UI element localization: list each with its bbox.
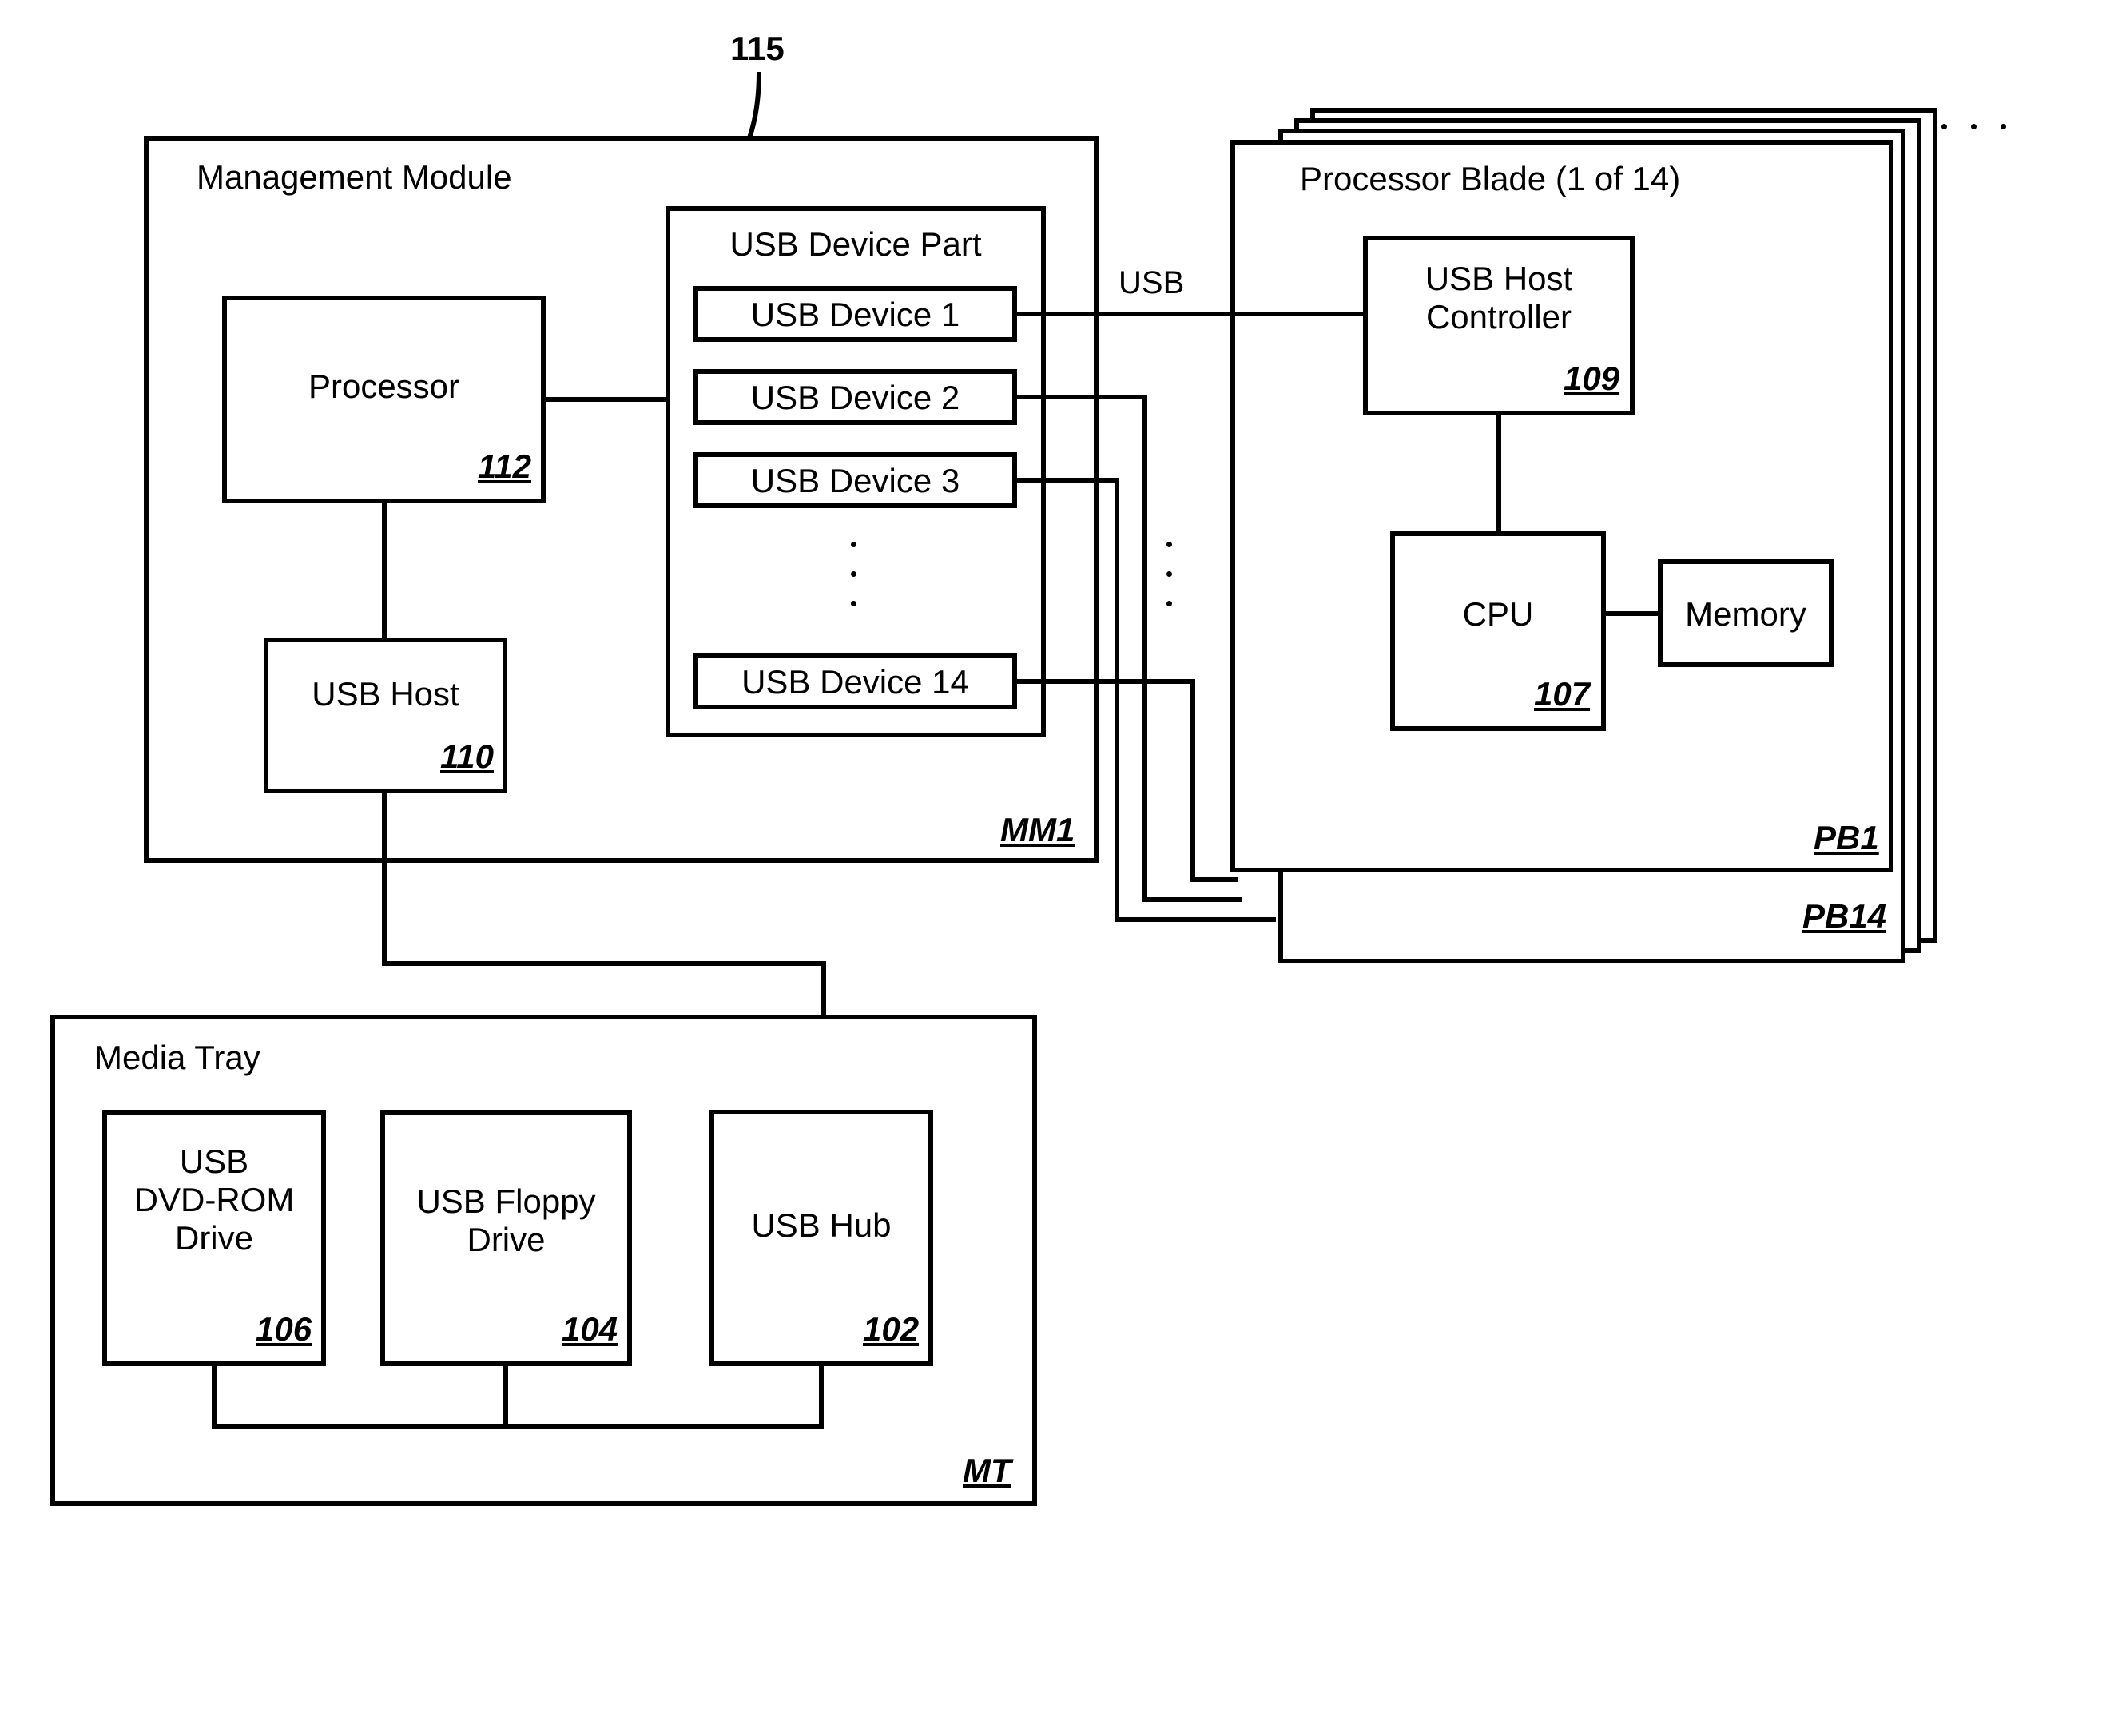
ref-115: 115 [730, 30, 785, 68]
line-mediatray-bus [212, 1424, 824, 1429]
usb-device-1-label: USB Device 1 [693, 296, 1017, 334]
line-dev3-b [1115, 478, 1119, 921]
line-cpu-memory [1606, 611, 1658, 616]
usb-device-2-label: USB Device 2 [693, 379, 1017, 417]
line-floppy-down [503, 1366, 508, 1428]
line-dev2-c [1142, 897, 1242, 902]
usb-device-part-title: USB Device Part [666, 225, 1046, 264]
floppy-ref: 104 [562, 1310, 618, 1349]
usb-host-label: USB Host [264, 675, 507, 713]
cpu-ref: 107 [1534, 675, 1590, 713]
line-dev1-to-usbhc [1230, 312, 1363, 316]
dvd-ref: 106 [256, 1310, 312, 1349]
hub-label: USB Hub [709, 1206, 933, 1245]
diagram-canvas: 115 Management Module MM1 Processor 112 … [0, 0, 2114, 1736]
management-module-tag: MM1 [1000, 811, 1075, 849]
line-usbhc-cpu [1496, 415, 1501, 531]
dvd-label: USB DVD-ROM Drive [102, 1142, 326, 1257]
usb-device-3-label: USB Device 3 [693, 462, 1017, 500]
vertical-ellipsis-lines [1166, 542, 1172, 606]
processor-blade-title: Processor Blade (1 of 14) [1300, 160, 1680, 198]
floppy-label: USB Floppy Drive [380, 1182, 632, 1259]
line-dev2-a [1017, 395, 1142, 399]
line-processor-usbhost [382, 503, 387, 638]
line-dev14-c [1190, 877, 1238, 882]
usb-host-controller-label: USB Host Controller [1363, 260, 1635, 336]
memory-label: Memory [1658, 595, 1834, 634]
usb-bus-label: USB [1119, 265, 1184, 301]
blade-stack-ellipsis [1941, 124, 2006, 129]
hub-ref: 102 [863, 1310, 919, 1349]
line-dvd-down [212, 1366, 217, 1428]
line-dev3-c [1115, 917, 1276, 922]
media-tray-tag: MT [963, 1452, 1011, 1490]
line-dev3-a [1017, 478, 1115, 483]
line-hub-down [819, 1366, 824, 1428]
line-dev2-b [1142, 395, 1147, 902]
blade-tag-back: PB14 [1802, 897, 1886, 936]
processor-ref: 112 [478, 447, 531, 486]
usb-host-ref: 110 [440, 737, 494, 776]
media-tray-title: Media Tray [94, 1039, 260, 1077]
line-dev14-b [1190, 679, 1195, 877]
management-module-title: Management Module [197, 158, 512, 197]
line-dev14-a [1017, 679, 1190, 684]
processor-label: Processor [222, 367, 546, 406]
cpu-label: CPU [1390, 595, 1606, 634]
blade-tag-front: PB1 [1814, 819, 1879, 857]
line-processor-usbdevpart [546, 397, 666, 402]
vertical-ellipsis-devices [851, 542, 856, 606]
usb-host-controller-ref: 109 [1564, 360, 1619, 398]
line-usbhost-down [382, 793, 387, 965]
line-usbhost-across [382, 961, 825, 966]
usb-device-14-label: USB Device 14 [693, 663, 1017, 701]
